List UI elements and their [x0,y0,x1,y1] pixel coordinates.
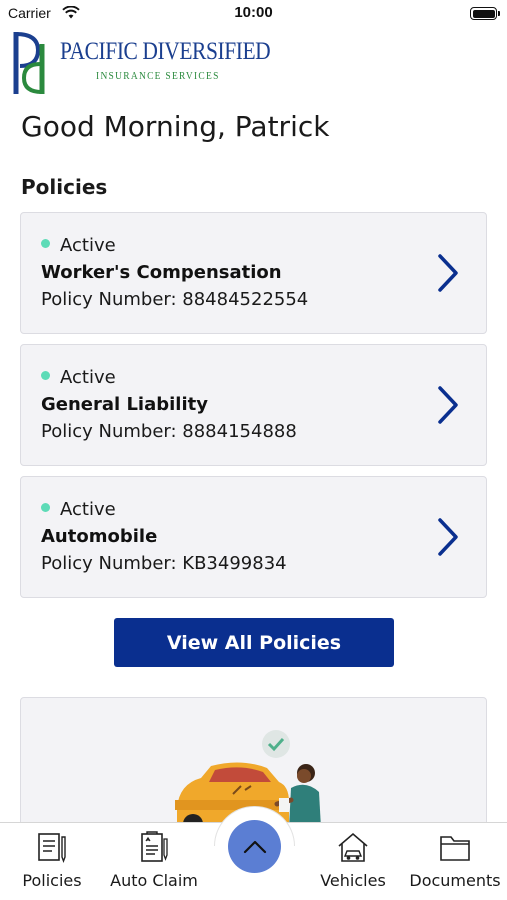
chevron-up-icon [243,840,266,853]
chevron-right-icon[interactable] [436,517,460,557]
company-logo: PACIFIC DIVERSIFIED INSURANCE SERVICES [12,30,271,96]
policy-name: Worker's Compensation [41,262,282,283]
chevron-right-icon[interactable] [436,385,460,425]
policy-number: Policy Number: 88484522554 [41,289,309,310]
policy-name: Automobile [41,526,158,547]
policy-name: General Liability [41,394,208,415]
clock: 10:00 [234,4,273,21]
claim-form-icon [141,831,168,862]
active-dot-icon [41,371,50,380]
folder-icon [440,836,470,861]
tab-label: Policies [22,871,82,890]
tab-label: Vehicles [320,871,386,890]
policy-card-workers-comp[interactable]: Active Worker's Compensation Policy Numb… [20,212,487,334]
policy-status: Active [41,235,116,256]
policy-status: Active [41,367,116,388]
logo-subtitle: INSURANCE SERVICES [96,70,220,82]
chevron-right-icon[interactable] [436,253,460,293]
tab-documents[interactable]: Documents [406,823,504,900]
battery-icon [470,7,500,20]
policy-card-general-liability[interactable]: Active General Liability Policy Number: … [20,344,487,466]
policy-card-automobile[interactable]: Active Automobile Policy Number: KB34998… [20,476,487,598]
house-car-icon [338,832,368,862]
tab-label: Auto Claim [110,871,198,890]
policy-status: Active [41,499,116,520]
policy-number: Policy Number: 8884154888 [41,421,297,442]
pd-logo-mark [13,32,45,94]
tab-policies[interactable]: Policies [14,823,90,900]
expand-menu-button[interactable] [228,820,281,873]
policy-status-label: Active [60,499,116,520]
tab-auto-claim[interactable]: Auto Claim [106,823,202,900]
tab-label: Documents [409,871,501,890]
policy-number: Policy Number: KB3499834 [41,553,287,574]
view-all-policies-button[interactable]: View All Policies [114,618,394,667]
logo-name: PACIFIC DIVERSIFIED [60,38,271,65]
document-pen-icon [38,833,66,863]
policy-status-label: Active [60,367,116,388]
tab-vehicles[interactable]: Vehicles [314,823,392,900]
policy-status-label: Active [60,235,116,256]
policies-section-title: Policies [21,175,108,199]
active-dot-icon [41,503,50,512]
greeting-heading: Good Morning, Patrick [21,110,330,143]
active-dot-icon [41,239,50,248]
status-bar: Carrier 10:00 [0,0,507,28]
